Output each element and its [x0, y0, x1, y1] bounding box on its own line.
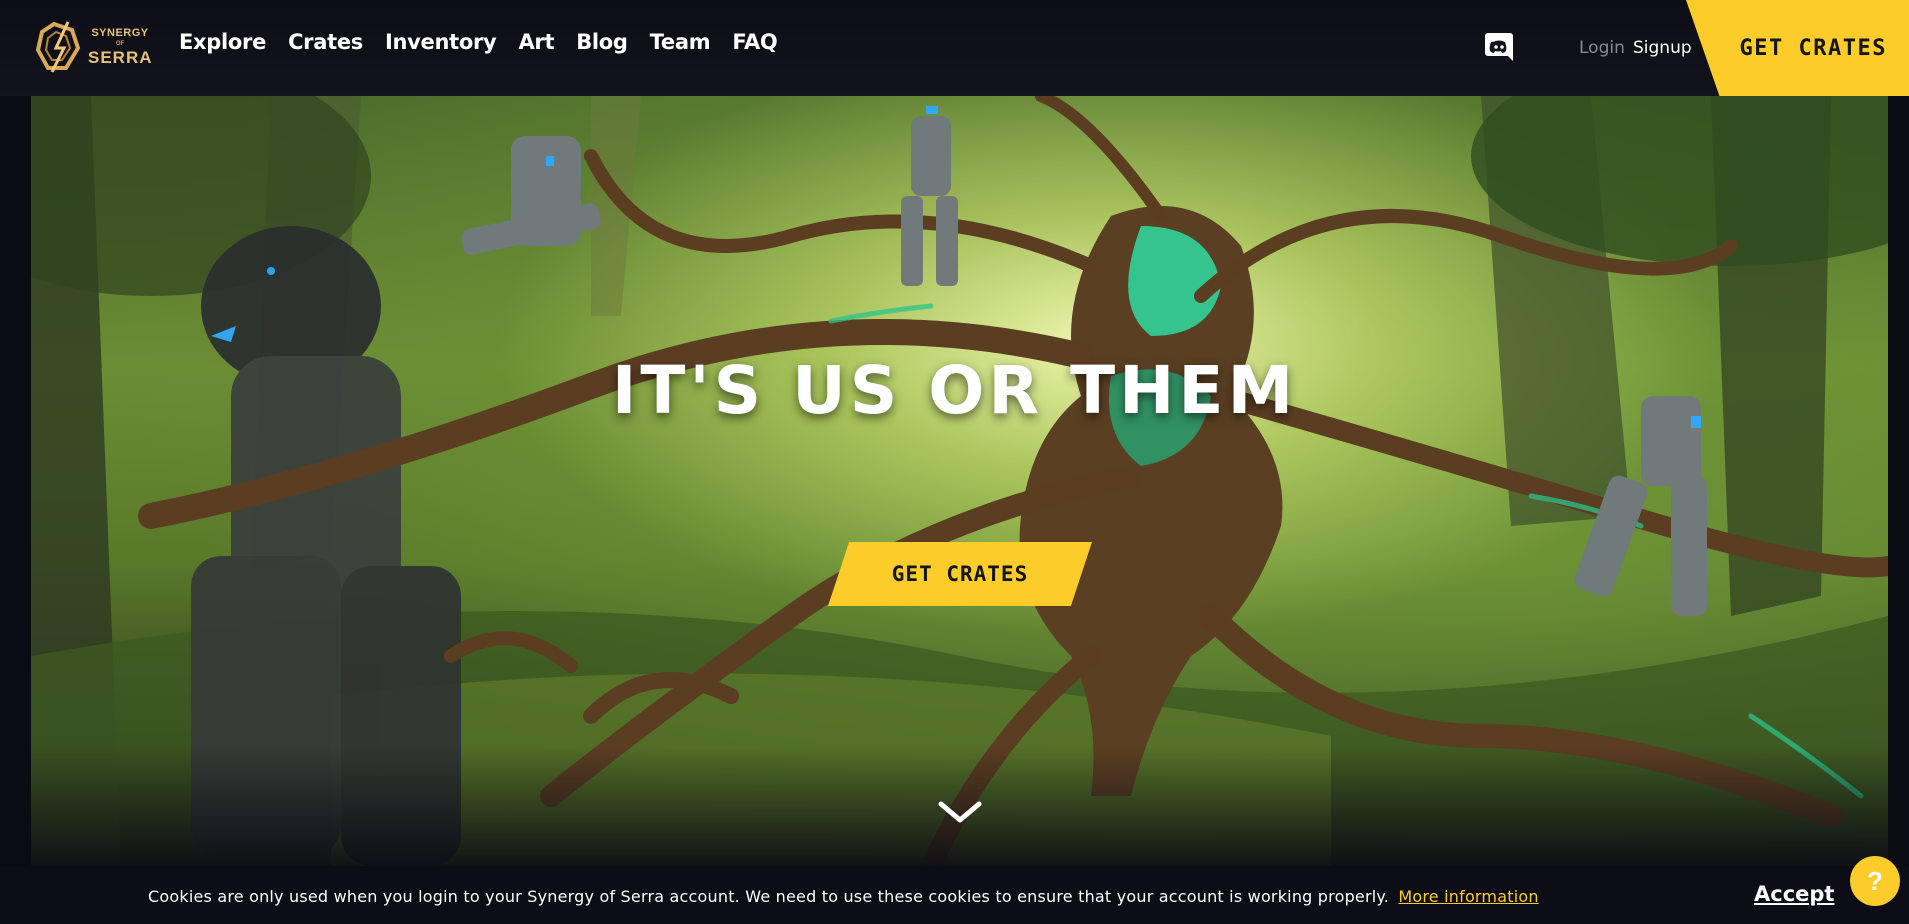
help-button[interactable]: ? [1850, 856, 1900, 906]
cookie-text: Cookies are only used when you login to … [148, 887, 1390, 906]
main-nav: Explore Crates Inventory Art Blog Team F… [179, 30, 799, 54]
hero-headline: IT'S US OR THEM [611, 352, 1298, 429]
logo-line-2: OF [115, 41, 125, 47]
header-get-crates-button[interactable]: GET CRATES [1686, 0, 1909, 96]
nav-crates[interactable]: Crates [288, 30, 363, 54]
discord-icon[interactable] [1484, 30, 1514, 62]
nav-team[interactable]: Team [650, 30, 711, 54]
logo-line-1: SYNERGY [91, 27, 149, 39]
nav-explore[interactable]: Explore [179, 30, 266, 54]
nav-blog[interactable]: Blog [576, 30, 628, 54]
hero-get-crates-button[interactable]: GET CRATES [828, 542, 1092, 606]
chevron-down-icon[interactable] [937, 800, 983, 826]
logo-line-3: SERRA [88, 48, 153, 67]
nav-inventory[interactable]: Inventory [385, 30, 497, 54]
accept-cookies-button[interactable]: Accept [1754, 882, 1834, 906]
logo-emblem-icon [35, 21, 81, 73]
nav-art[interactable]: Art [518, 30, 554, 54]
cookie-banner: Cookies are only used when you login to … [0, 866, 1909, 924]
more-information-link[interactable]: More information [1398, 887, 1538, 906]
logo-wordmark: SYNERGY OF SERRA [88, 27, 153, 67]
signup-link[interactable]: Signup [1633, 38, 1692, 58]
login-link[interactable]: Login [1579, 38, 1625, 58]
site-header: SYNERGY OF SERRA Explore Crates Inventor… [0, 0, 1909, 96]
nav-faq[interactable]: FAQ [732, 30, 777, 54]
hero-banner [31, 96, 1888, 866]
cookie-message: Cookies are only used when you login to … [148, 887, 1539, 906]
synergy-of-serra-logo[interactable]: SYNERGY OF SERRA [34, 18, 152, 76]
